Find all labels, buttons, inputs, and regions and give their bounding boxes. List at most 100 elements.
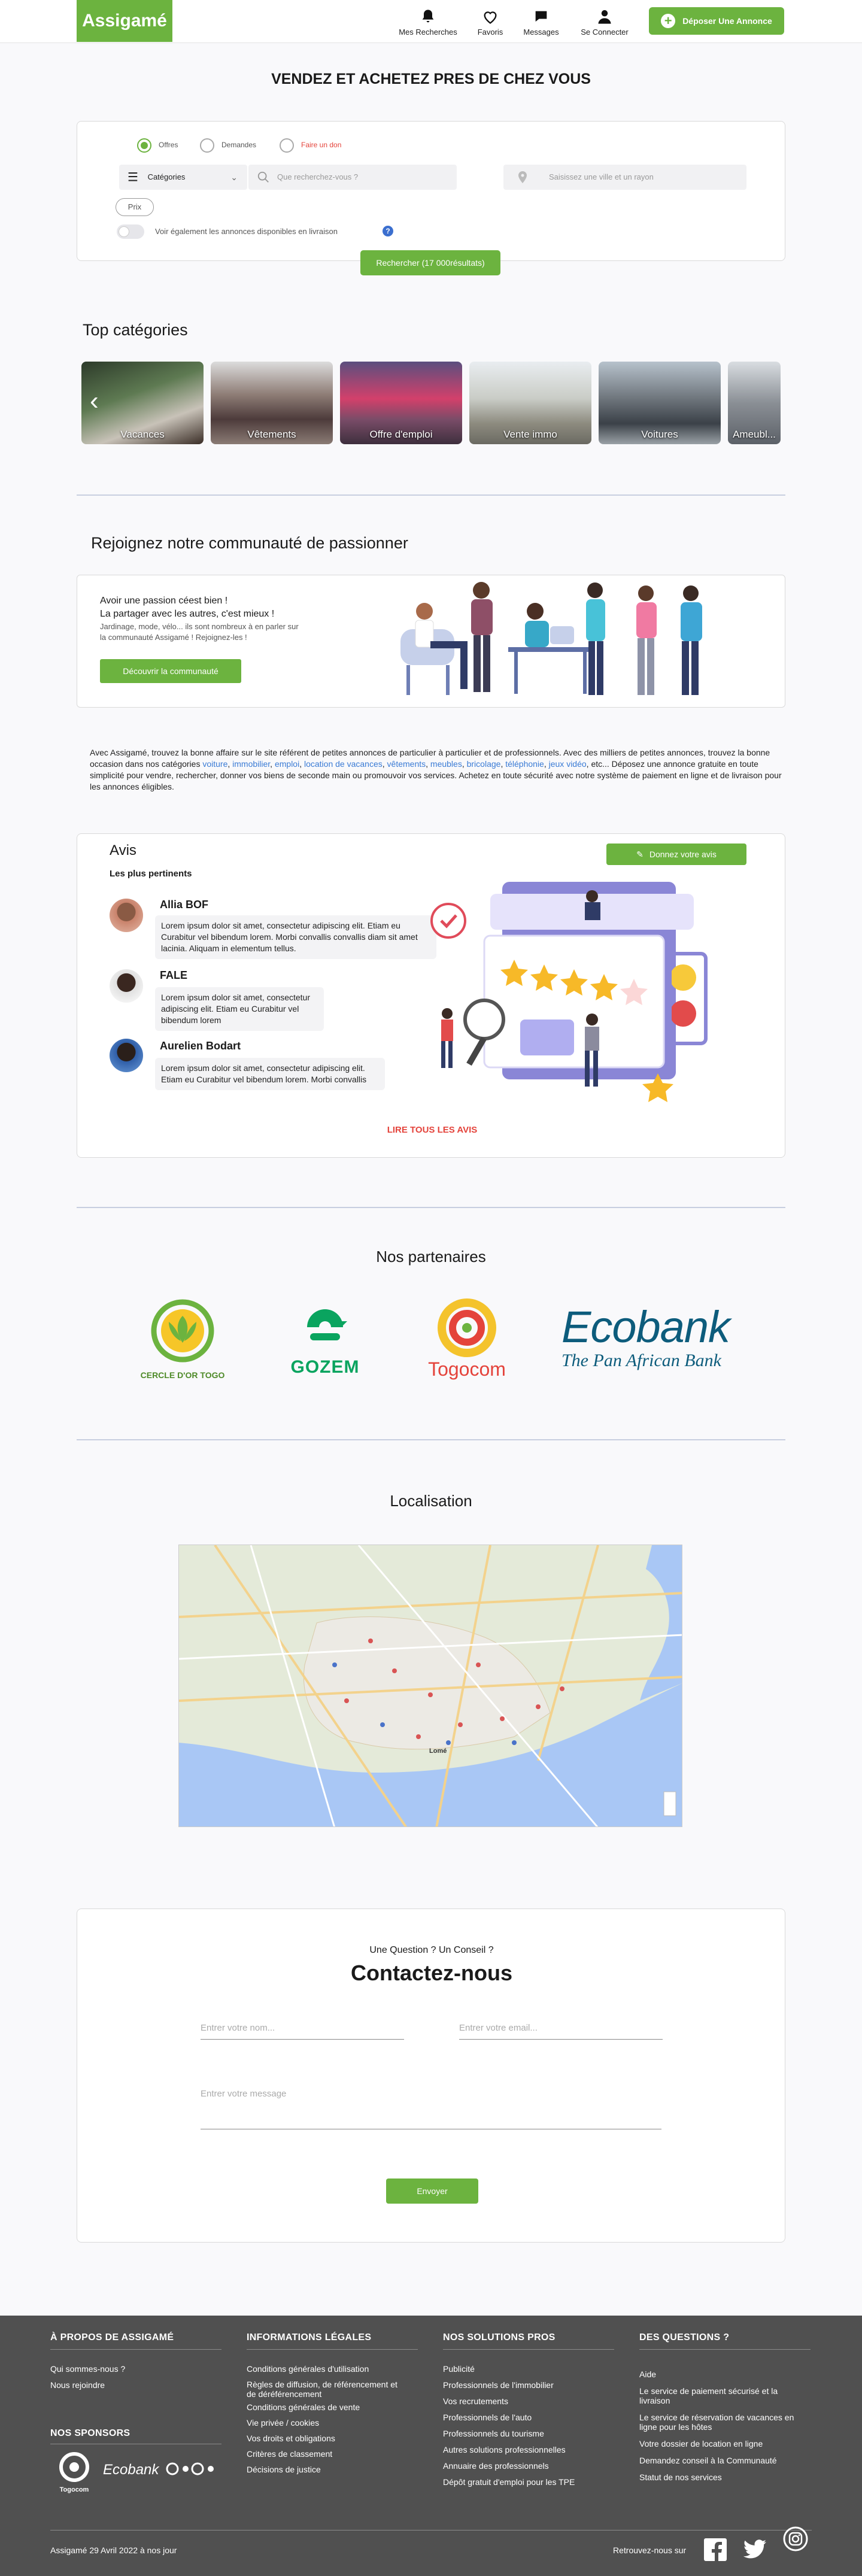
partner-name: GOZEM: [290, 1357, 360, 1377]
category-link-jeux-video[interactable]: jeux vidéo: [549, 759, 587, 769]
footer-link[interactable]: Dépôt gratuit d'emploi pour les TPE: [443, 2474, 575, 2490]
category-link-bricolage[interactable]: bricolage: [467, 759, 501, 769]
help-icon[interactable]: ?: [383, 226, 393, 236]
read-all-reviews-link[interactable]: LIRE TOUS LES AVIS: [381, 1125, 483, 1135]
footer-link-list: Qui sommes-nous ? Nous rejoindre: [50, 2361, 125, 2393]
contact-message-input[interactable]: Entrer votre message: [201, 2089, 661, 2129]
footer-link[interactable]: Vos droits et obligations: [247, 2431, 397, 2446]
pencil-icon: ✎: [636, 849, 644, 859]
community-illustration: [400, 582, 702, 695]
site-logo[interactable]: Assigamé: [77, 0, 172, 42]
map-canvas: [179, 1545, 682, 1826]
partner-logo-gozem[interactable]: GOZEM: [280, 1300, 370, 1384]
contact-send-button[interactable]: Envoyer: [386, 2178, 478, 2204]
review-author: FALE: [160, 969, 188, 981]
location-map[interactable]: Lomé: [178, 1545, 682, 1827]
map-city-label: Lomé: [429, 1747, 447, 1755]
nav-favoris[interactable]: Favoris: [469, 8, 511, 37]
partner-tagline: The Pan African Bank: [561, 1351, 721, 1370]
avatar: [110, 1039, 143, 1072]
sponsor-logo-ecobank[interactable]: Ecobank: [103, 2462, 159, 2478]
footer-link[interactable]: Nous rejoindre: [50, 2377, 125, 2393]
footer-divider: [247, 2349, 418, 2350]
footer-link[interactable]: Conditions générales de vente: [247, 2399, 397, 2415]
facebook-icon[interactable]: [704, 2538, 727, 2561]
footer-link[interactable]: Professionnels du tourisme: [443, 2426, 575, 2442]
category-tile-offre-emploi[interactable]: Offre d'emploi: [340, 362, 462, 444]
footer-link-list: Conditions générales d'utilisation Règle…: [247, 2361, 397, 2477]
footer-link[interactable]: Autres solutions professionnelles: [443, 2442, 575, 2458]
contact-pretitle: Une Question ? Un Conseil ?: [369, 1945, 494, 1955]
footer-divider: [443, 2349, 614, 2350]
category-select[interactable]: ☰ Catégories ⌄: [119, 165, 247, 190]
give-review-button[interactable]: ✎ Donnez votre avis: [606, 844, 746, 865]
category-link-immobilier[interactable]: immobilier: [232, 759, 270, 769]
footer-link[interactable]: Qui sommes-nous ?: [50, 2361, 125, 2377]
footer-link[interactable]: Critères de classement: [247, 2446, 397, 2462]
search-submit-button[interactable]: Rechercher (17 000résultats): [360, 250, 500, 275]
category-link-vetements[interactable]: vêtements: [387, 759, 426, 769]
category-label: Ameubl...: [733, 429, 776, 440]
category-link-location-vacances[interactable]: location de vacances: [304, 759, 383, 769]
category-tile-voitures[interactable]: Voitures: [599, 362, 721, 444]
delivery-toggle[interactable]: [117, 224, 144, 239]
footer-link[interactable]: Professionnels de l'auto: [443, 2410, 575, 2426]
footer-column-title: DES QUESTIONS ?: [639, 2332, 730, 2343]
footer-link[interactable]: Décisions de justice: [247, 2462, 397, 2477]
footer-link[interactable]: Aide: [639, 2366, 794, 2383]
category-link-emploi[interactable]: emploi: [275, 759, 299, 769]
footer-link[interactable]: Votre dossier de location en ligne: [639, 2435, 794, 2452]
category-link-telephonie[interactable]: téléphonie: [505, 759, 544, 769]
category-link-meubles[interactable]: meubles: [430, 759, 462, 769]
partner-name: CERCLE D'OR TOGO: [140, 1370, 225, 1380]
footer-link[interactable]: Vie privée / cookies: [247, 2415, 397, 2431]
nav-label: Mes Recherches: [399, 28, 457, 37]
carousel-prev-icon[interactable]: ‹: [90, 388, 99, 414]
partner-logo-ecobank[interactable]: Ecobank The Pan African Bank: [561, 1304, 735, 1388]
footer-link[interactable]: Vos recrutements: [443, 2393, 575, 2410]
nav-mes-recherches[interactable]: Mes Recherches: [395, 8, 461, 37]
search-placeholder: Que recherchez-vous ?: [277, 172, 359, 181]
price-filter-button[interactable]: Prix: [116, 198, 154, 216]
footer-link[interactable]: Statut de nos services: [639, 2469, 794, 2486]
category-tile-vacances[interactable]: Vacances: [81, 362, 204, 444]
radio-faire-un-don[interactable]: Faire un don: [280, 138, 341, 153]
category-tile-ameublement[interactable]: Ameubl...: [728, 362, 781, 444]
deposit-ad-button[interactable]: + Déposer Une Annonce: [649, 7, 784, 35]
footer-link[interactable]: Demandez conseil à la Communauté: [639, 2452, 794, 2469]
footer-link[interactable]: Professionnels de l'immobilier: [443, 2377, 575, 2393]
community-card: Avoir une passion céest bien ! La partag…: [77, 575, 785, 708]
footer-link[interactable]: Publicité: [443, 2361, 575, 2377]
nav-se-connecter[interactable]: Se Connecter: [575, 8, 635, 37]
radio-button: [200, 138, 214, 153]
instagram-icon[interactable]: [783, 2526, 808, 2551]
plus-icon: +: [661, 14, 676, 28]
chat-icon: [535, 11, 547, 22]
about-paragraph: Avec Assigamé, trouvez la bonne affaire …: [90, 748, 782, 791]
location-placeholder: Saisissez une ville et un rayon: [549, 172, 654, 181]
follow-us-label: Retrouvez-nous sur: [613, 2545, 687, 2555]
twitter-icon[interactable]: [743, 2539, 766, 2560]
reviews-illustration: [430, 882, 708, 1102]
contact-name-input[interactable]: Entrer votre nom...: [201, 2023, 404, 2040]
partner-logo-togocom[interactable]: Togocom: [413, 1298, 521, 1382]
sponsor-logo-third-icon[interactable]: [165, 2462, 219, 2476]
footer-link[interactable]: Annuaire des professionnels: [443, 2458, 575, 2474]
location-input[interactable]: Saisissez une ville et un rayon: [503, 165, 746, 190]
category-link-voiture[interactable]: voiture: [202, 759, 227, 769]
radio-demandes[interactable]: Demandes: [200, 138, 256, 153]
chevron-down-icon: ⌄: [230, 172, 238, 182]
search-card: Offres Demandes Faire un don ☰ Catégorie…: [77, 121, 785, 261]
partner-logo-cercle-dor[interactable]: CERCLE D'OR TOGO: [132, 1298, 233, 1382]
category-tile-vente-immo[interactable]: Vente immo: [469, 362, 591, 444]
sponsor-logo-togocom[interactable]: Togocom: [50, 2451, 98, 2493]
nav-messages[interactable]: Messages: [517, 8, 565, 37]
search-input[interactable]: Que recherchez-vous ?: [248, 165, 457, 190]
contact-email-input[interactable]: Entrer votre email...: [459, 2023, 663, 2040]
radio-label: Demandes: [221, 141, 257, 150]
partners-title: Nos partenaires: [376, 1248, 486, 1266]
category-tile-vetements[interactable]: Vêtements: [211, 362, 333, 444]
discover-community-button[interactable]: Découvrir la communauté: [100, 659, 241, 683]
footer-link[interactable]: Conditions générales d'utilisation: [247, 2361, 397, 2377]
radio-offres[interactable]: Offres: [137, 138, 178, 153]
